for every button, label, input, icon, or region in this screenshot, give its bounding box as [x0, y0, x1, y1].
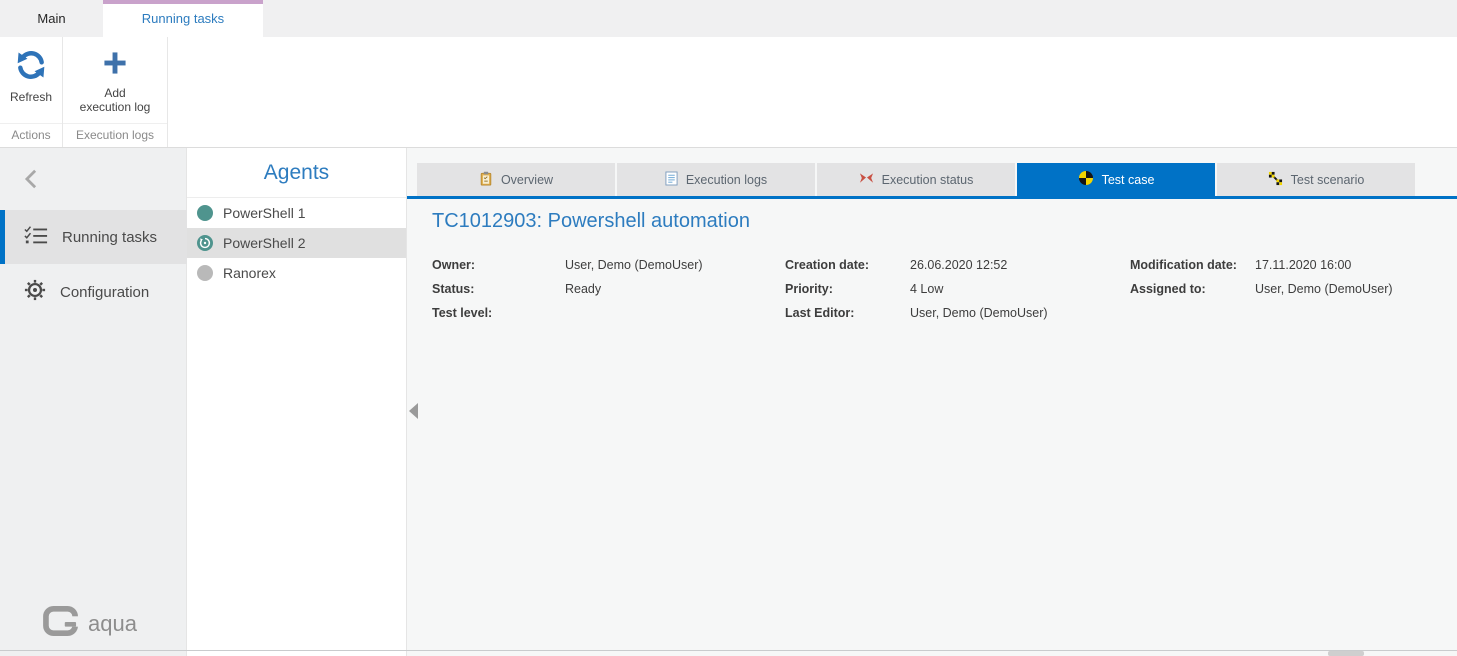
sidebar-item-label: Configuration	[60, 284, 149, 301]
execution-status-icon	[859, 172, 874, 187]
ribbon-group-execution-logs-label: Execution logs	[63, 123, 167, 147]
ribbon-group-actions-label: Actions	[0, 123, 62, 147]
window-bottom-border	[0, 650, 1457, 651]
test-scenario-icon	[1268, 171, 1283, 189]
detail-label: Priority:	[785, 282, 910, 296]
agent-name: Ranorex	[223, 265, 276, 281]
details-column-2: Creation date: 26.06.2020 12:52 Priority…	[785, 253, 1048, 325]
add-execution-log-label: Add execution log	[80, 86, 151, 115]
active-tab-underline	[407, 196, 1457, 199]
document-tab-strip: Overview Execution logs	[417, 163, 1415, 196]
window-tab-running-tasks-label: Running tasks	[142, 11, 224, 26]
agents-panel-title: Agents	[187, 148, 406, 198]
tab-label: Execution status	[882, 173, 974, 187]
tab-execution-status[interactable]: Execution status	[817, 163, 1015, 196]
add-execution-log-button[interactable]: Add execution log	[74, 46, 157, 119]
detail-row-assigned-to: Assigned to: User, Demo (DemoUser)	[1130, 277, 1393, 301]
window-tab-main[interactable]: Main	[0, 0, 103, 37]
active-tab-accent-strip	[103, 0, 263, 4]
sidebar-item-label: Running tasks	[62, 229, 157, 246]
detail-value: User, Demo (DemoUser)	[1255, 282, 1393, 296]
refresh-button[interactable]: Refresh	[4, 46, 58, 108]
gear-icon	[24, 279, 46, 305]
tab-test-case[interactable]: Test case	[1017, 163, 1215, 196]
refresh-icon	[15, 50, 47, 85]
detail-value: 4 Low	[910, 282, 943, 296]
selected-indicator-bar	[0, 210, 5, 264]
panel-collapse-arrow-icon[interactable]	[409, 403, 418, 419]
checklist-icon	[24, 225, 48, 249]
window-tab-main-label: Main	[37, 11, 65, 26]
detail-row-status: Status: Ready	[432, 277, 703, 301]
ribbon: Refresh Actions Add execution log Execut…	[0, 37, 1457, 148]
tab-execution-logs[interactable]: Execution logs	[617, 163, 815, 196]
detail-row-last-editor: Last Editor: User, Demo (DemoUser)	[785, 301, 1048, 325]
aqua-logo-icon	[42, 605, 80, 642]
tab-label: Test scenario	[1291, 173, 1365, 187]
window-tab-bar: Main Running tasks	[0, 0, 1457, 37]
ribbon-group-actions: Refresh Actions	[0, 37, 63, 147]
agent-name: PowerShell 1	[223, 205, 306, 221]
agent-item-powershell-2[interactable]: PowerShell 2	[187, 228, 406, 258]
detail-label: Test level:	[432, 306, 565, 320]
detail-value: 26.06.2020 12:52	[910, 258, 1007, 272]
sidebar: Running tasks Configuration	[0, 148, 187, 656]
refresh-button-label: Refresh	[10, 90, 52, 104]
detail-label: Status:	[432, 282, 565, 296]
tab-overview[interactable]: Overview	[417, 163, 615, 196]
document-icon	[665, 171, 678, 189]
sidebar-collapse-button[interactable]	[24, 168, 46, 190]
detail-label: Last Editor:	[785, 306, 910, 320]
details-column-3: Modification date: 17.11.2020 16:00 Assi…	[1130, 253, 1393, 301]
detail-row-creation-date: Creation date: 26.06.2020 12:52	[785, 253, 1048, 277]
detail-label: Owner:	[432, 258, 565, 272]
details-column-1: Owner: User, Demo (DemoUser) Status: Rea…	[432, 253, 703, 325]
sidebar-item-running-tasks[interactable]: Running tasks	[0, 210, 187, 264]
detail-value: User, Demo (DemoUser)	[565, 258, 703, 272]
detail-value: Ready	[565, 282, 601, 296]
detail-row-priority: Priority: 4 Low	[785, 277, 1048, 301]
horizontal-scrollbar-thumb[interactable]	[1328, 651, 1364, 656]
window-tab-running-tasks[interactable]: Running tasks	[103, 0, 263, 37]
aqua-logo-text: aqua	[88, 611, 137, 637]
ribbon-group-execution-logs: Add execution log Execution logs	[63, 37, 168, 147]
detail-row-test-level: Test level:	[432, 301, 703, 325]
test-case-icon	[1078, 170, 1094, 189]
tab-label: Test case	[1102, 173, 1155, 187]
agent-offline-status-icon	[197, 265, 213, 281]
detail-label: Creation date:	[785, 258, 910, 272]
agent-item-ranorex[interactable]: Ranorex	[187, 258, 406, 288]
agents-panel: Agents PowerShell 1 PowerShell 2 Ranorex	[187, 148, 407, 656]
agent-busy-status-icon	[197, 235, 213, 251]
detail-row-modification-date: Modification date: 17.11.2020 16:00	[1130, 253, 1393, 277]
detail-label: Assigned to:	[1130, 282, 1255, 296]
tab-label: Overview	[501, 173, 553, 187]
test-case-title: TC1012903: Powershell automation	[432, 210, 750, 233]
clipboard-icon	[479, 171, 493, 189]
detail-label: Modification date:	[1130, 258, 1255, 272]
tab-label: Execution logs	[686, 173, 767, 187]
agent-item-powershell-1[interactable]: PowerShell 1	[187, 198, 406, 228]
detail-value: 17.11.2020 16:00	[1255, 258, 1351, 272]
agent-online-status-icon	[197, 205, 213, 221]
plus-icon	[102, 50, 128, 81]
detail-row-owner: Owner: User, Demo (DemoUser)	[432, 253, 703, 277]
content-pane: Overview Execution logs	[407, 148, 1457, 656]
sidebar-item-configuration[interactable]: Configuration	[0, 268, 187, 316]
tab-test-scenario[interactable]: Test scenario	[1217, 163, 1415, 196]
detail-value: User, Demo (DemoUser)	[910, 306, 1048, 320]
aqua-logo: aqua	[42, 605, 137, 642]
agent-name: PowerShell 2	[223, 235, 306, 251]
app-body: Running tasks Configuration	[0, 148, 1457, 656]
